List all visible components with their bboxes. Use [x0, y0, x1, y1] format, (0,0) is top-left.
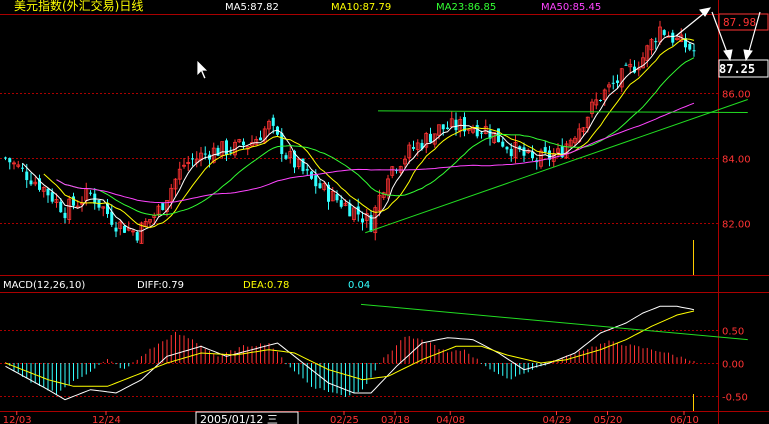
candle-body-down — [25, 171, 29, 181]
trendline — [377, 110, 748, 113]
candle-body-down — [280, 132, 284, 154]
ma23-line — [56, 57, 695, 216]
frames — [0, 0, 769, 424]
candle-body-down — [135, 232, 139, 241]
candle-body-down — [284, 155, 288, 159]
candle-body-down — [271, 117, 275, 126]
candle-body-down — [480, 132, 483, 134]
candle-body-down — [624, 64, 628, 66]
price-tick-label: 84.00 — [722, 155, 751, 166]
x-tick-label: 06/10 — [670, 415, 699, 424]
candle-body-down — [671, 32, 675, 43]
candle-body-down — [429, 133, 432, 143]
price-current-value: 87.25 — [719, 62, 755, 76]
price-top-value: 87.98 — [723, 16, 756, 29]
candle-body-down — [361, 218, 364, 223]
candle-body-down — [89, 192, 92, 194]
x-tick-label: 12/03 — [3, 415, 32, 424]
x-tick-label: 04/29 — [543, 415, 572, 424]
candle-body-down — [318, 183, 322, 189]
candle-body-down — [314, 175, 318, 187]
candle-body-down — [688, 43, 692, 50]
x-tick-label: 02/25 — [330, 415, 359, 424]
ma50-line — [56, 102, 695, 204]
candle-body-down — [475, 125, 479, 137]
price-tick-label: 86.00 — [722, 90, 751, 101]
chart-canvas[interactable]: 美元指数(外汇交易)日线 MA5:87.82 MA10:87.79 MA23:8… — [0, 0, 769, 424]
macd-label: MACD(12,26,10) — [3, 280, 85, 291]
candle-body-down — [123, 225, 126, 233]
macd-tick-label: -0.50 — [722, 393, 748, 404]
ma10-line — [43, 38, 695, 229]
trendline — [360, 303, 748, 341]
candle-body-down — [8, 158, 12, 163]
candle-body-down — [203, 153, 207, 155]
ma50-label: MA50:85.45 — [541, 2, 601, 13]
trendline — [365, 99, 748, 234]
macd-tick-label: 0.50 — [722, 327, 744, 338]
candle-body-down — [441, 124, 445, 130]
x-tick-label: 04/08 — [436, 415, 465, 424]
macd-tick-label: 0.00 — [722, 360, 744, 371]
candle-body-down — [72, 196, 75, 206]
candle-body-down — [501, 141, 505, 147]
candle-body-down — [616, 80, 619, 83]
diff-label: DIFF:0.79 — [137, 280, 184, 291]
candle-body-down — [63, 212, 67, 219]
candle-body-down — [692, 50, 696, 52]
axis-labels: 86.00 84.00 82.00 0.50 0.00 -0.50 12/03 12/24 02… — [3, 90, 751, 424]
candle-body-down — [114, 227, 118, 232]
ma10-label: MA10:87.79 — [331, 2, 391, 13]
trendlines — [360, 99, 748, 341]
candle-body-down — [348, 203, 352, 217]
candle-body-down — [4, 157, 7, 159]
candlesticks — [4, 20, 696, 244]
chart-title: 美元指数(外汇交易)日线 — [14, 0, 143, 13]
x-tick-label: 03/18 — [381, 415, 410, 424]
candle-body-down — [335, 194, 339, 201]
candle-body-down — [110, 211, 114, 225]
candle-body-down — [654, 41, 658, 43]
mouse-cursor-icon — [196, 59, 209, 80]
candle-body-down — [505, 146, 509, 150]
candle-body-down — [522, 147, 526, 156]
ma23-label: MA23:86.85 — [436, 2, 496, 13]
candle-body-down — [225, 140, 228, 155]
candle-body-down — [161, 203, 165, 210]
candle-body-down — [259, 137, 262, 141]
candle-body-down — [305, 169, 309, 171]
price-tick-label: 82.00 — [722, 220, 751, 231]
candle-body-down — [339, 200, 343, 207]
candle-body-down — [446, 127, 449, 129]
candle-body-down — [50, 192, 54, 202]
macd-histogram — [5, 305, 695, 401]
dea-label: DEA:0.78 — [243, 280, 289, 291]
candle-body-down — [509, 148, 513, 157]
candle-body-down — [242, 141, 245, 146]
candle-body-down — [229, 151, 233, 153]
candle-body-down — [21, 167, 24, 169]
x-tick-label: 05/20 — [594, 415, 623, 424]
candle-body-down — [59, 201, 63, 213]
indicator-lines — [22, 35, 695, 232]
candle-body-down — [191, 158, 194, 160]
candle-body-down — [46, 188, 50, 196]
candle-body-down — [662, 30, 666, 35]
candle-body-down — [29, 180, 33, 185]
candle-body-down — [543, 147, 547, 153]
x-tick-label: 12/24 — [92, 415, 121, 424]
candle-body-down — [599, 99, 602, 101]
ma5-label: MA5:87.82 — [225, 2, 279, 13]
cursor-date: 2005/01/12 三 — [200, 413, 278, 424]
macd-value-label: 0.04 — [348, 280, 370, 291]
candle-body-down — [412, 147, 415, 149]
candle-body-down — [454, 119, 458, 131]
candle-body-down — [611, 82, 615, 84]
